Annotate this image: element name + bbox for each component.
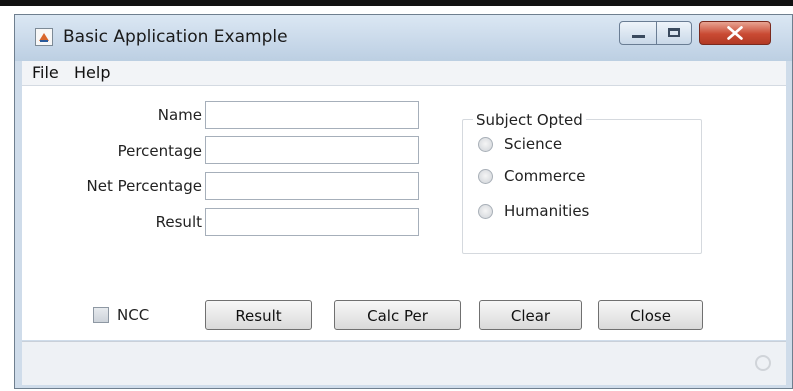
calc-per-button[interactable]: Calc Per bbox=[334, 300, 461, 330]
result-button[interactable]: Result bbox=[205, 300, 312, 330]
window-title: Basic Application Example bbox=[63, 27, 288, 47]
menu-help[interactable]: Help bbox=[74, 63, 110, 82]
radio-science-label: Science bbox=[504, 135, 563, 153]
net-percentage-label: Net Percentage bbox=[86, 177, 202, 195]
radio-humanities-label: Humanities bbox=[504, 202, 590, 220]
status-bar bbox=[22, 341, 786, 385]
name-label: Name bbox=[157, 106, 202, 124]
checkbox-icon[interactable] bbox=[93, 307, 109, 323]
close-icon bbox=[727, 26, 743, 40]
application-window: Basic Application Example File Help Name… bbox=[14, 14, 793, 389]
result-field[interactable] bbox=[205, 208, 419, 236]
radio-commerce-label: Commerce bbox=[504, 167, 586, 185]
minimize-button[interactable] bbox=[619, 21, 657, 45]
app-icon bbox=[35, 28, 53, 46]
radio-button-icon[interactable] bbox=[478, 137, 493, 152]
minimize-icon bbox=[632, 35, 645, 38]
percentage-field[interactable] bbox=[205, 136, 419, 164]
result-label: Result bbox=[155, 213, 202, 231]
title-bar[interactable]: Basic Application Example bbox=[15, 15, 792, 61]
radio-button-icon[interactable] bbox=[478, 169, 493, 184]
maximize-icon bbox=[668, 28, 680, 37]
close-button[interactable]: Close bbox=[598, 300, 703, 330]
clear-button[interactable]: Clear bbox=[479, 300, 582, 330]
subject-group-title: Subject Opted bbox=[473, 111, 586, 129]
subject-group-box bbox=[462, 119, 702, 254]
busy-indicator-icon bbox=[755, 355, 771, 371]
menu-file[interactable]: File bbox=[32, 63, 59, 82]
maximize-button[interactable] bbox=[656, 21, 692, 45]
radio-button-icon[interactable] bbox=[478, 204, 493, 219]
close-window-button[interactable] bbox=[699, 21, 771, 45]
name-field[interactable] bbox=[205, 101, 419, 129]
net-percentage-field[interactable] bbox=[205, 172, 419, 200]
percentage-label: Percentage bbox=[117, 142, 202, 160]
form-panel: Name Percentage Net Percentage Result Su… bbox=[22, 86, 786, 340]
menu-bar: File Help bbox=[22, 61, 786, 86]
top-border bbox=[0, 0, 793, 6]
ncc-label: NCC bbox=[117, 306, 150, 324]
